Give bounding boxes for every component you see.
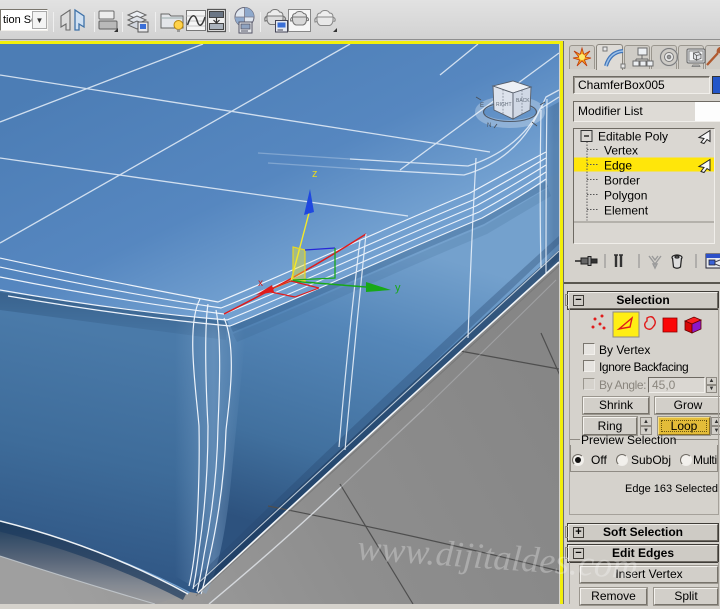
svg-text:Border: Border: [604, 174, 640, 188]
svg-text:E: E: [480, 103, 484, 109]
svg-text:Element: Element: [604, 204, 649, 218]
svg-text:Editable Poly: Editable Poly: [598, 130, 668, 144]
svg-text:x: x: [258, 278, 263, 289]
svg-text:N: N: [487, 123, 491, 129]
svg-text:BACK: BACK: [516, 98, 530, 104]
svg-text:z: z: [312, 168, 318, 180]
svg-text:Vertex: Vertex: [604, 144, 638, 158]
svg-text:Polygon: Polygon: [604, 189, 647, 203]
svg-text:y: y: [395, 282, 401, 294]
svg-text:Edge: Edge: [604, 159, 632, 173]
svg-text:RIGHT: RIGHT: [496, 102, 512, 108]
